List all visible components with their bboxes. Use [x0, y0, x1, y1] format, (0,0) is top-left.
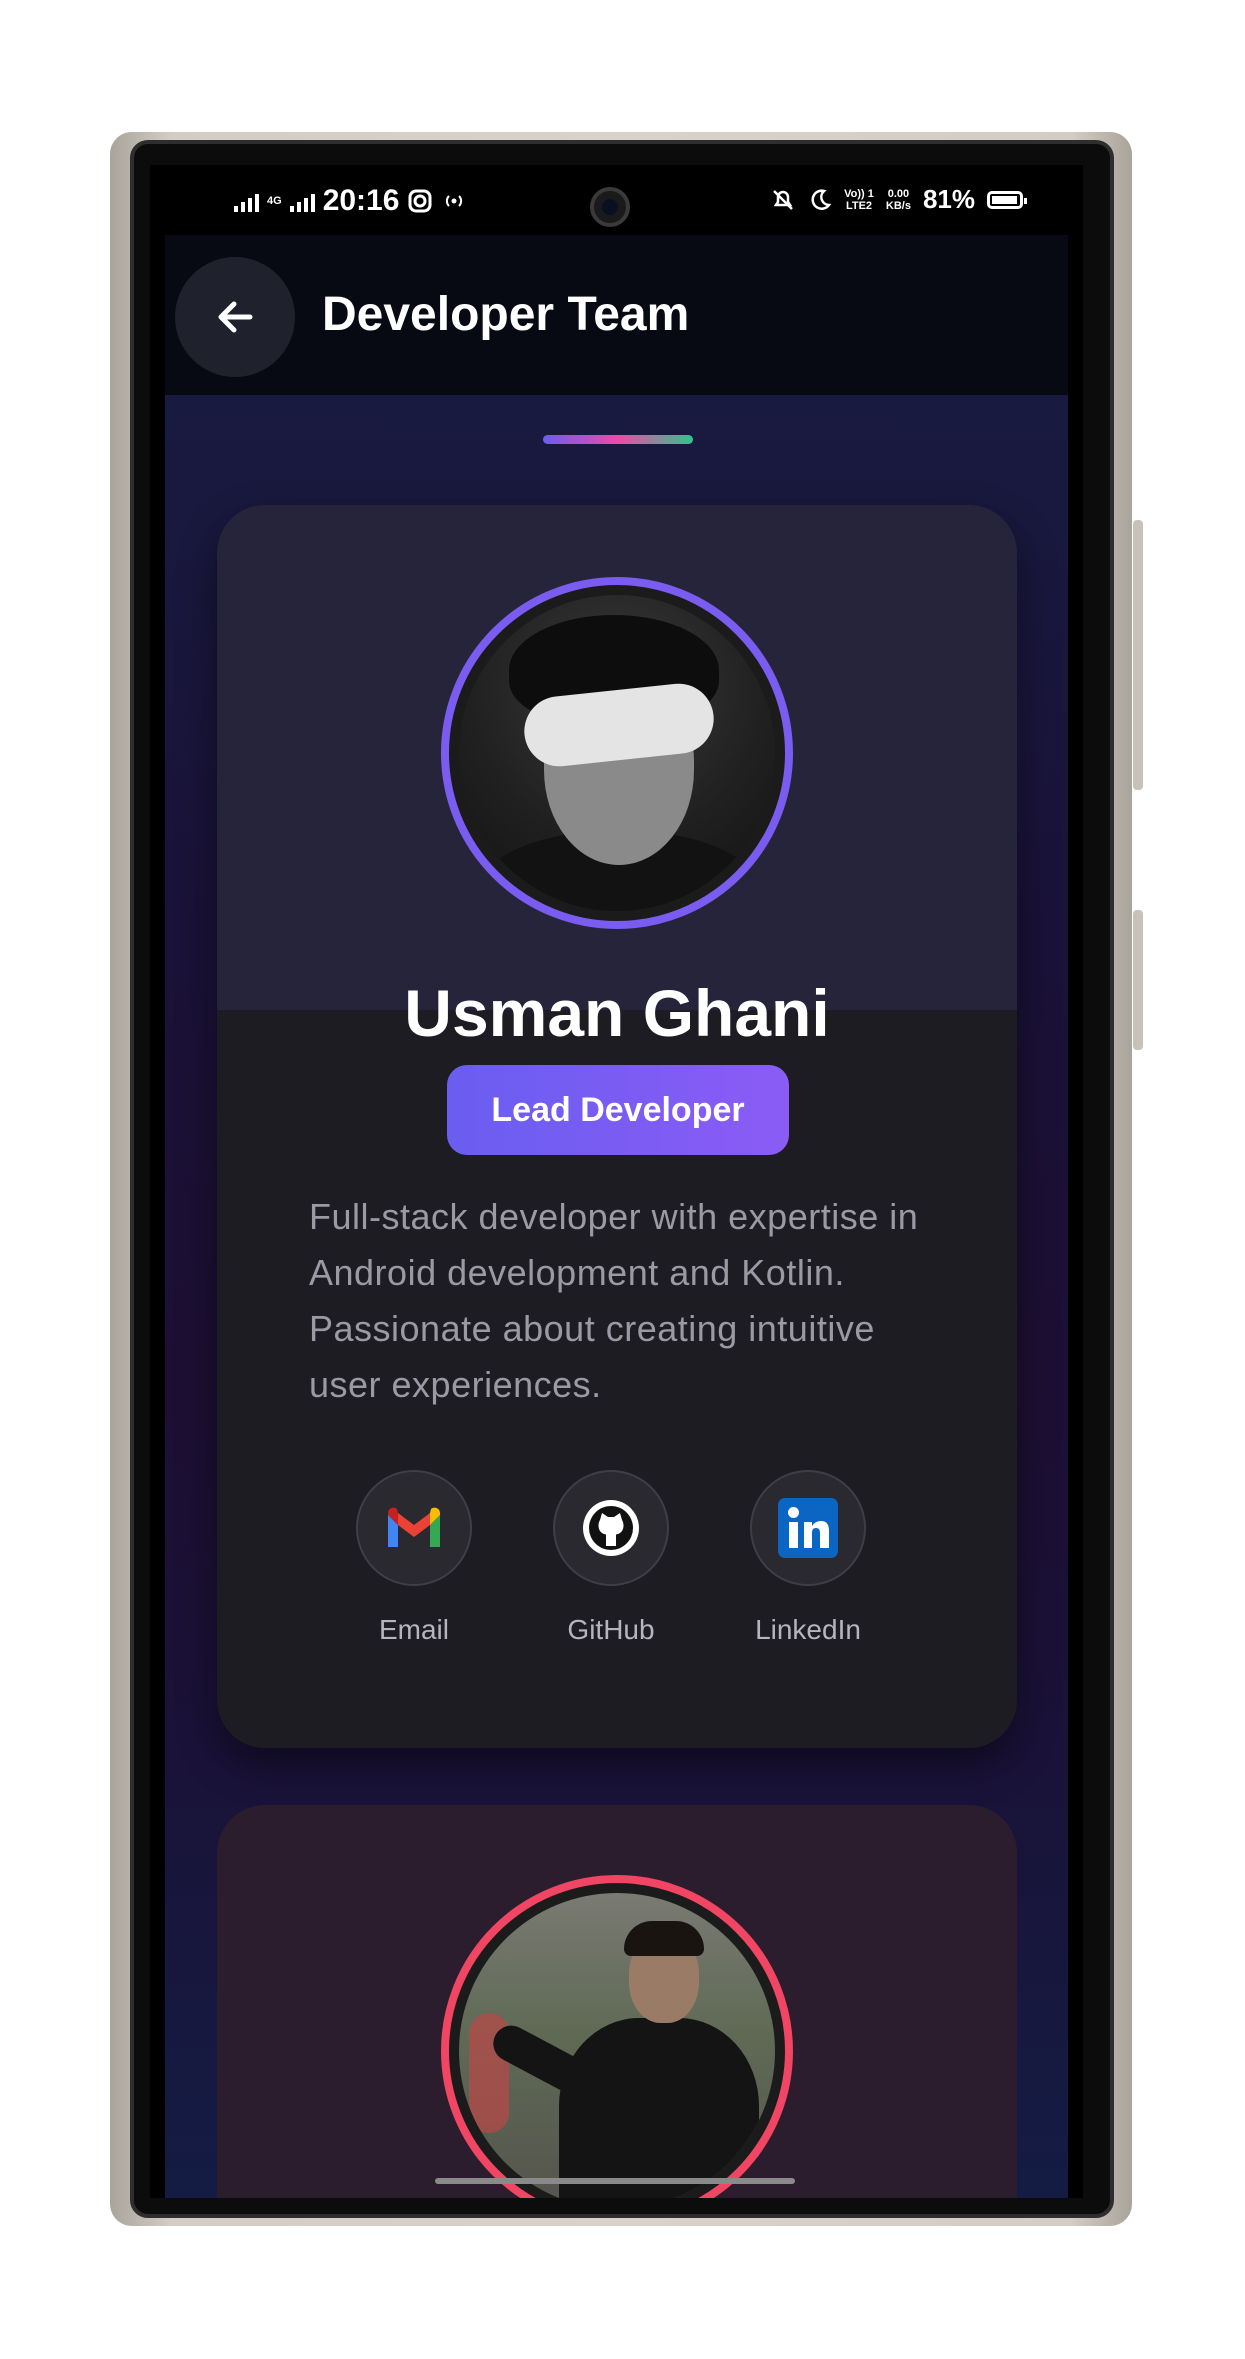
- page-indicator: [543, 435, 693, 444]
- status-bar: 4G 20:16 Vo)) 1 LTE2 0.00 KB/s 81%: [150, 165, 1083, 235]
- linkedin-button[interactable]: [750, 1470, 866, 1586]
- gmail-icon: [388, 1507, 440, 1547]
- battery-percent: 81%: [922, 184, 975, 214]
- github-label: GitHub: [567, 1614, 655, 1645]
- status-time: 20:16: [322, 184, 400, 217]
- role-badge: Lead Developer: [447, 1065, 789, 1155]
- network-type: 4G: [267, 195, 282, 207]
- side-button: [1133, 520, 1143, 790]
- developer-photo: [459, 1893, 775, 2198]
- avatar: [441, 577, 793, 929]
- hotspot-icon: [446, 195, 463, 207]
- developer-photo: [459, 595, 775, 911]
- volte-indicator: Vo)) 1 LTE2: [844, 187, 874, 212]
- linkedin-link[interactable]: LinkedIn: [738, 1470, 878, 1646]
- developer-card: Usman Ghani Lead Developer Full-stack de…: [217, 505, 1017, 1748]
- signal-icon-2: [289, 190, 315, 212]
- battery-icon: [987, 190, 1027, 209]
- mute-icon: [773, 189, 794, 210]
- linkedin-label: LinkedIn: [755, 1614, 861, 1645]
- email-button[interactable]: [356, 1470, 472, 1586]
- signal-icon: [234, 190, 259, 212]
- data-speed: 0.00 KB/s: [885, 187, 911, 212]
- linkedin-icon: [778, 1498, 838, 1558]
- moon-icon: [811, 188, 832, 210]
- instagram-icon: [408, 189, 432, 213]
- avatar: [441, 1875, 793, 2198]
- home-indicator[interactable]: [435, 2178, 795, 2184]
- phone-screen: 4G 20:16 Vo)) 1 LTE2 0.00 KB/s 81% Develop…: [150, 165, 1083, 2198]
- developer-bio: Full-stack developer with expertise in A…: [309, 1196, 919, 1405]
- github-button[interactable]: [553, 1470, 669, 1586]
- page-title: Developer Team: [322, 288, 690, 341]
- email-link[interactable]: Email: [344, 1470, 484, 1646]
- front-camera: [590, 187, 630, 227]
- developer-card: [217, 1805, 1017, 2198]
- side-button: [1133, 910, 1143, 1050]
- back-button[interactable]: [175, 257, 295, 377]
- arrow-left-icon: [218, 301, 253, 333]
- github-link[interactable]: GitHub: [541, 1470, 681, 1646]
- developer-name: Usman Ghani: [404, 976, 830, 1050]
- github-icon: [583, 1500, 639, 1556]
- email-label: Email: [378, 1614, 449, 1645]
- app-bar: Developer Team: [165, 235, 1068, 395]
- team-list[interactable]: Usman Ghani Lead Developer Full-stack de…: [165, 395, 1068, 2198]
